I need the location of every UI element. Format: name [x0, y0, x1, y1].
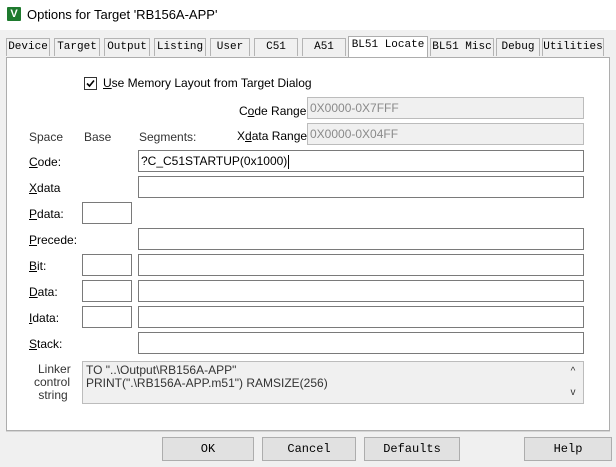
tab-bl51-locate[interactable]: BL51 Locate — [348, 36, 428, 57]
stack-label: Stack: — [29, 337, 63, 351]
pdata-label: Pdata: — [29, 207, 64, 221]
data-segments-input[interactable] — [138, 280, 584, 302]
code-range-label: Code Range: — [239, 104, 310, 118]
idata-label: Idata: — [29, 311, 60, 325]
xdata-segments-input[interactable] — [138, 176, 584, 198]
segments-header: Segments: — [139, 130, 197, 144]
use-memory-layout-checkbox[interactable] — [84, 77, 97, 90]
checkmark-icon — [86, 79, 95, 88]
keil-v-icon: V — [7, 7, 21, 21]
tab-target[interactable]: Target — [54, 38, 100, 56]
idata-segments-input[interactable] — [138, 306, 584, 328]
help-button[interactable]: Help — [524, 437, 612, 461]
bit-segments-input[interactable] — [138, 254, 584, 276]
bit-base-input[interactable] — [82, 254, 132, 276]
xdata-range-field[interactable]: 0X0000-0X04FF — [307, 123, 584, 145]
window-title: Options for Target 'RB156A-APP' — [27, 7, 218, 22]
precede-label: Precede: — [29, 233, 78, 247]
code-label: Code: — [29, 155, 62, 169]
precede-segments-input[interactable] — [138, 228, 584, 250]
dialog-divider — [6, 431, 610, 432]
xdata-range-label: Xdata Range: — [237, 129, 311, 143]
cancel-button[interactable]: Cancel — [262, 437, 356, 461]
tab-output[interactable]: Output — [104, 38, 150, 56]
code-segments-input[interactable]: ?C_C51STARTUP(0x1000) — [138, 150, 584, 172]
text-caret — [288, 154, 290, 169]
stack-segments-input[interactable] — [138, 332, 584, 354]
tab-listing[interactable]: Listing — [154, 38, 206, 56]
tab-bl51-misc[interactable]: BL51 Misc — [430, 38, 494, 56]
space-header: Space — [29, 130, 64, 144]
xdata-label: Xdata — [29, 181, 61, 195]
base-header: Base — [84, 130, 112, 144]
tab-a51[interactable]: A51 — [302, 38, 346, 56]
idata-base-input[interactable] — [82, 306, 132, 328]
data-label: Data: — [29, 285, 58, 299]
bit-label: Bit: — [29, 259, 47, 273]
ok-button[interactable]: OK — [162, 437, 254, 461]
use-memory-layout-label[interactable]: Use Memory Layout from Target Dialog — [103, 76, 312, 90]
data-base-input[interactable] — [82, 280, 132, 302]
linker-control-string-textarea[interactable]: TO "..\Output\RB156A-APP" PRINT(".\RB156… — [82, 361, 584, 404]
scroll-up-arrow-icon[interactable]: ^ — [568, 365, 578, 378]
tab-utilities[interactable]: Utilities — [542, 38, 604, 56]
pdata-base-input[interactable] — [82, 202, 132, 224]
linker-control-string-label: Linker control string — [34, 362, 71, 402]
tab-c51[interactable]: C51 — [254, 38, 298, 56]
scroll-down-arrow-icon[interactable]: v — [568, 386, 578, 399]
defaults-button[interactable]: Defaults — [364, 437, 460, 461]
code-range-field[interactable]: 0X0000-0X7FFF — [307, 97, 584, 119]
tab-strip: Device Target Output Listing User C51 A5… — [6, 36, 610, 57]
tab-debug[interactable]: Debug — [496, 38, 540, 56]
tab-device[interactable]: Device — [6, 38, 50, 56]
title-bar: V Options for Target 'RB156A-APP' — [0, 0, 616, 30]
tab-user[interactable]: User — [210, 38, 250, 56]
